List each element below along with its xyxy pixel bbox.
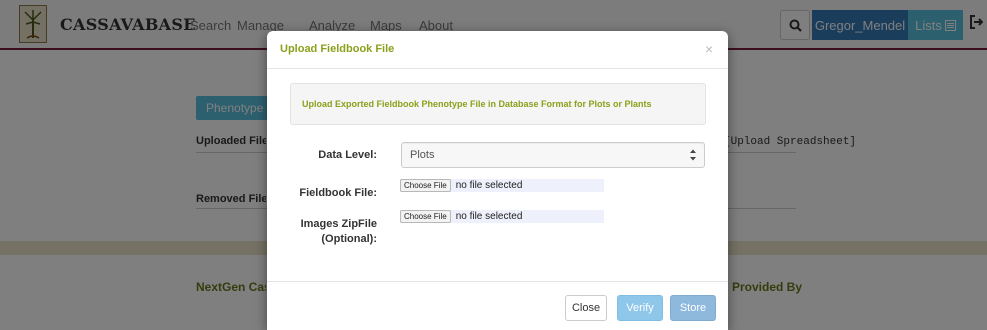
choose-file-button[interactable]: Choose File xyxy=(400,210,451,223)
instructions-box: Upload Exported Fieldbook Phenotype File… xyxy=(290,83,706,125)
images-zip-label-line1: Images ZipFile xyxy=(300,218,377,230)
verify-button[interactable]: Verify xyxy=(617,295,663,321)
choose-file-button[interactable]: Choose File xyxy=(400,179,451,192)
data-level-select[interactable]: Plots xyxy=(401,142,705,168)
close-button[interactable]: Close xyxy=(565,295,607,321)
fieldbook-file-label: Fieldbook File: xyxy=(299,187,377,199)
select-caret-icon xyxy=(690,149,696,161)
modal-title: Upload Fieldbook File xyxy=(280,43,395,55)
file-status: no file selected xyxy=(455,211,523,222)
fieldbook-file-input[interactable]: Choose File no file selected xyxy=(400,179,604,192)
modal-header: Upload Fieldbook File × xyxy=(267,31,728,69)
close-icon[interactable]: × xyxy=(705,41,713,57)
file-status: no file selected xyxy=(455,180,523,191)
images-zipfile-input[interactable]: Choose File no file selected xyxy=(400,210,604,223)
store-button[interactable]: Store xyxy=(670,295,716,321)
upload-fieldbook-modal: Upload Fieldbook File × Upload Exported … xyxy=(267,31,728,330)
images-zip-label-line2: (Optional): xyxy=(321,233,377,245)
images-zip-label: Images ZipFile (Optional): xyxy=(267,217,377,247)
data-level-value: Plots xyxy=(410,149,435,161)
data-level-label: Data Level: xyxy=(318,149,377,161)
instructions-text: Upload Exported Fieldbook Phenotype File… xyxy=(302,99,652,109)
modal-footer: Close Verify Store xyxy=(267,281,728,330)
